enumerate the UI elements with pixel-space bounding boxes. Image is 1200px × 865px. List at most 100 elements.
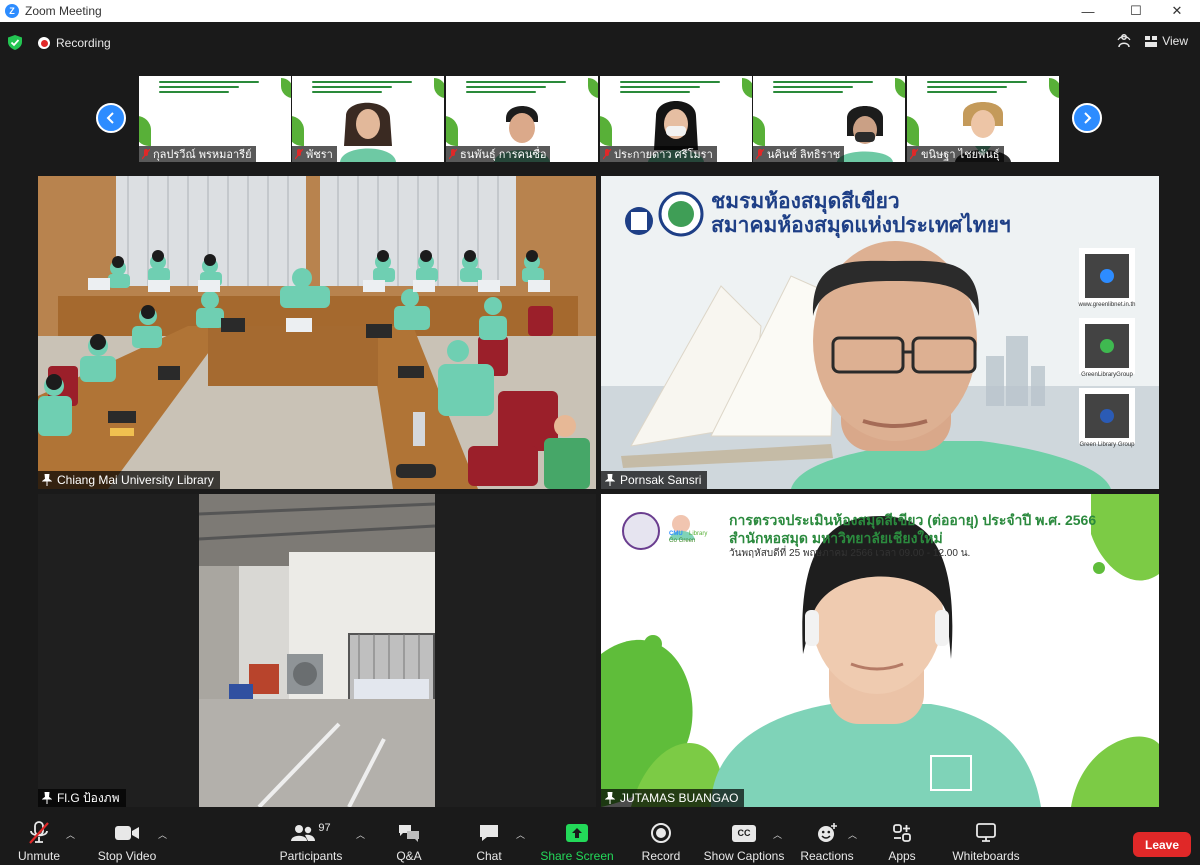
muted-mic-icon: [756, 148, 764, 159]
qr-caption-3: Green Library Group: [1079, 442, 1135, 448]
whiteboards-label: Whiteboards: [952, 849, 1020, 863]
recording-indicator[interactable]: Recording: [38, 36, 111, 50]
qa-button[interactable]: Q&A: [390, 816, 428, 865]
whiteboard-icon: [976, 823, 996, 842]
participant-thumbnail-strip: กุลปรวีณ์ พรหมอารีย์ พัชรา ธนพันธุ์ การค…: [0, 72, 1200, 164]
next-page-button[interactable]: [1072, 103, 1102, 133]
chat-button[interactable]: Chat: [470, 816, 508, 865]
muted-mic-icon: [142, 148, 150, 159]
leave-button[interactable]: Leave: [1133, 832, 1191, 857]
chat-label: Chat: [476, 849, 502, 863]
apps-icon: [893, 824, 911, 842]
participants-label: Participants: [279, 849, 343, 863]
banner-title: ชมรมห้องสมุดสีเขียว สมาคมห้องสมุดแห่งประ…: [711, 190, 1011, 237]
reactions-options-caret-icon[interactable]: ︿: [848, 828, 857, 841]
corridor-video: [199, 494, 435, 807]
apps-button[interactable]: Apps: [884, 816, 920, 865]
participant-video-icon: [340, 102, 396, 162]
muted-mic-icon: [910, 148, 918, 159]
chevron-right-icon: [1084, 112, 1092, 124]
banner-date: วันพฤหัสบดีที่ 25 พฤษภาคม 2566 เวลา 09.0…: [729, 548, 971, 559]
participants-count: 97: [318, 822, 331, 834]
video-tile-flg[interactable]: Fl.G ป้องภพ: [38, 494, 596, 807]
chat-bubble-icon: [480, 825, 498, 841]
record-label: Record: [641, 849, 681, 863]
conference-room-video: [38, 176, 596, 489]
thumbnail-name-label: ขนิษฐา ไชยพันธุ์: [907, 146, 1004, 162]
smiley-face-icon: [818, 823, 837, 842]
tile-name-label: JUTAMAS BUANGAO: [601, 789, 745, 807]
stop-video-button[interactable]: Stop Video: [96, 816, 158, 865]
chat-options-caret-icon[interactable]: ︿: [516, 828, 525, 841]
thumbnail-name-label: ธนพันธุ์ การคนซื่อ: [446, 146, 551, 162]
participants-button[interactable]: 97 Participants: [278, 816, 344, 865]
cmu-logo-text-2: Library: [689, 531, 708, 537]
shield-check-icon[interactable]: [8, 35, 22, 50]
meeting-toolbar: Unmute ︿ Stop Video ︿ 97 Participants ︿: [0, 816, 1200, 865]
record-button[interactable]: Record: [640, 816, 682, 865]
participant-thumbnail[interactable]: กุลปรวีณ์ พรหมอารีย์: [139, 76, 291, 162]
cmu-logo-text-1: CMU: [669, 531, 683, 537]
title-bar: Z Zoom Meeting — ☐ ✕: [0, 0, 1200, 22]
window-title: Zoom Meeting: [25, 4, 102, 18]
view-button[interactable]: View: [1145, 34, 1188, 48]
video-tile-pornsak-sansri[interactable]: ชมรมห้องสมุดสีเขียว สมาคมห้องสมุดแห่งประ…: [601, 176, 1159, 489]
participant-thumbnail[interactable]: ธนพันธุ์ การคนซื่อ: [446, 76, 598, 162]
audio-options-caret-icon[interactable]: ︿: [66, 828, 75, 841]
show-captions-button[interactable]: CC Show Captions: [704, 816, 784, 865]
apps-label: Apps: [888, 849, 916, 863]
reactions-label: Reactions: [800, 849, 854, 863]
recording-label: Recording: [56, 36, 111, 50]
participant-thumbnail[interactable]: พัชรา: [292, 76, 444, 162]
cmu-logo-text-3: Go Green: [669, 538, 696, 544]
record-dot-icon: [38, 37, 50, 49]
video-tile-chiang-mai-library[interactable]: Chiang Mai University Library: [38, 176, 596, 489]
muted-mic-icon: [295, 148, 303, 159]
unmute-label: Unmute: [17, 849, 61, 863]
thumbnail-name-label: พัชรา: [292, 146, 337, 162]
participant-thumbnail[interactable]: นคินช์ ลิทธิราช: [753, 76, 905, 162]
share-screen-button[interactable]: Share Screen: [540, 816, 614, 865]
closed-captions-icon: CC: [732, 824, 756, 842]
video-camera-icon: [115, 826, 139, 840]
qa-label: Q&A: [396, 849, 422, 863]
tile-name-label: Chiang Mai University Library: [38, 471, 220, 489]
video-options-caret-icon[interactable]: ︿: [158, 828, 167, 841]
video-tile-jutamas[interactable]: CMU Library Go Green การตรวจประเมินห้องส…: [601, 494, 1159, 807]
show-captions-label: Show Captions: [703, 849, 785, 863]
close-button[interactable]: ✕: [1154, 0, 1200, 22]
whiteboards-button[interactable]: Whiteboards: [950, 816, 1022, 865]
stop-video-label: Stop Video: [97, 849, 157, 863]
pin-icon: [42, 792, 52, 804]
unmute-button[interactable]: Unmute: [14, 816, 64, 865]
share-screen-label: Share Screen: [540, 849, 614, 863]
record-icon: [651, 823, 671, 843]
participant-thumbnail[interactable]: ประกายดาว ศรีโมรา: [600, 76, 752, 162]
qr-caption-2: GreenLibraryGroup: [1081, 372, 1133, 378]
tile-name-label: Fl.G ป้องภพ: [38, 789, 126, 807]
chevron-left-icon: [106, 112, 114, 124]
maximize-button[interactable]: ☐: [1113, 0, 1159, 22]
participants-icon: [291, 825, 316, 841]
reactions-button[interactable]: Reactions: [800, 816, 854, 865]
qr-caption-1: www.greenlibnet.in.th: [1078, 302, 1136, 308]
minimize-button[interactable]: —: [1065, 0, 1111, 22]
participant-thumbnail[interactable]: ขนิษฐา ไชยพันธุ์: [907, 76, 1059, 162]
pin-icon: [42, 474, 52, 486]
share-screen-icon: [566, 824, 588, 842]
participants-options-caret-icon[interactable]: ︿: [356, 828, 365, 841]
captions-options-caret-icon[interactable]: ︿: [773, 828, 782, 841]
tile-name-label: Pornsak Sansri: [601, 471, 708, 489]
thumbnail-name-label: นคินช์ ลิทธิราช: [753, 146, 845, 162]
zoom-logo-icon: Z: [5, 4, 19, 18]
muted-mic-icon: [449, 148, 457, 159]
grid-view-icon: [1145, 35, 1158, 47]
thumbnail-name-label: กุลปรวีณ์ พรหมอารีย์: [139, 146, 256, 162]
pin-icon: [605, 474, 615, 486]
status-bar: Recording View: [0, 22, 1200, 62]
muted-microphone-icon: [29, 821, 49, 844]
view-label: View: [1162, 34, 1188, 48]
muted-mic-icon: [603, 148, 611, 159]
meeting-info-icon[interactable]: [1117, 33, 1131, 49]
previous-page-button[interactable]: [96, 103, 126, 133]
